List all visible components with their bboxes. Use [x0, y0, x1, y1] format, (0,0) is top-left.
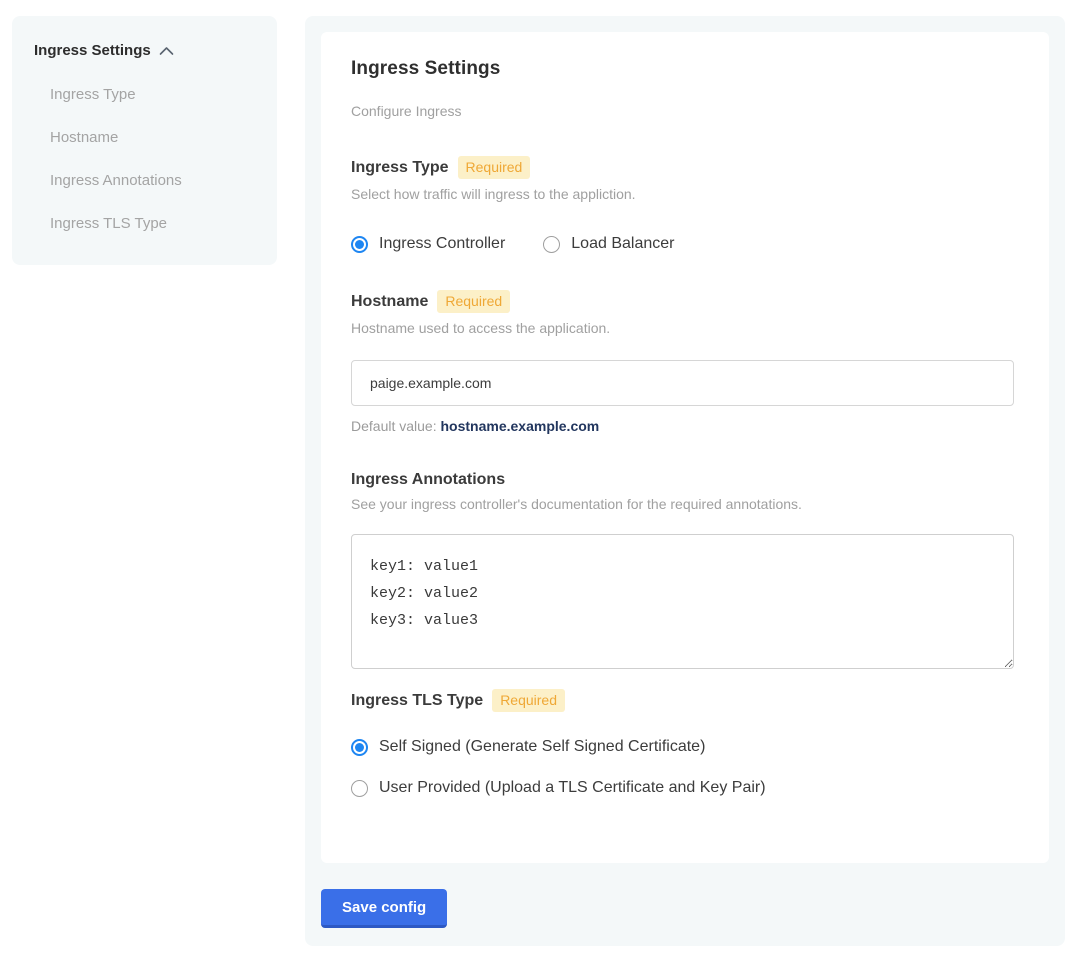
hostname-default-value: Default value: hostname.example.com — [351, 418, 1019, 434]
config-card: Ingress Settings Configure Ingress Ingre… — [321, 32, 1049, 863]
annotations-label: Ingress Annotations — [351, 471, 505, 489]
default-value-prefix: Default value: — [351, 418, 441, 434]
sidebar-group-ingress-settings[interactable]: Ingress Settings — [34, 42, 255, 59]
radio-button-icon[interactable] — [543, 236, 560, 253]
sidebar-item-ingress-annotations[interactable]: Ingress Annotations — [50, 172, 255, 189]
config-item-ingress-type: Ingress Type Required Select how traffic… — [351, 156, 1019, 253]
sidebar-item-ingress-tls-type[interactable]: Ingress TLS Type — [50, 215, 255, 232]
radio-ingress-controller[interactable]: Ingress Controller — [351, 235, 505, 253]
required-badge: Required — [437, 290, 510, 313]
radio-label: User Provided (Upload a TLS Certificate … — [379, 779, 766, 797]
sidebar-item-ingress-type[interactable]: Ingress Type — [50, 86, 255, 103]
config-item-ingress-annotations: Ingress Annotations See your ingress con… — [351, 471, 1019, 669]
page-subtitle: Configure Ingress — [351, 103, 1019, 119]
config-item-hostname: Hostname Required Hostname used to acces… — [351, 290, 1019, 434]
radio-self-signed[interactable]: Self Signed (Generate Self Signed Certif… — [351, 738, 1019, 756]
annotations-help-text: See your ingress controller's documentat… — [351, 496, 1019, 512]
hostname-label: Hostname — [351, 293, 428, 311]
ingress-type-help-text: Select how traffic will ingress to the a… — [351, 186, 1019, 202]
annotations-textarea[interactable]: key1: value1 key2: value2 key3: value3 — [351, 534, 1014, 669]
required-badge: Required — [458, 156, 531, 179]
ingress-type-radio-group: Ingress Controller Load Balancer — [351, 235, 1019, 253]
sidebar-item-list: Ingress Type Hostname Ingress Annotation… — [34, 86, 255, 232]
ingress-type-label: Ingress Type — [351, 159, 449, 177]
config-item-ingress-tls-type: Ingress TLS Type Required Self Signed (G… — [351, 689, 1019, 797]
radio-user-provided[interactable]: User Provided (Upload a TLS Certificate … — [351, 779, 1019, 797]
config-main-panel: Ingress Settings Configure Ingress Ingre… — [305, 16, 1065, 946]
radio-load-balancer[interactable]: Load Balancer — [543, 235, 674, 253]
config-nav-sidebar: Ingress Settings Ingress Type Hostname I… — [12, 16, 277, 265]
radio-button-icon[interactable] — [351, 236, 368, 253]
hostname-help-text: Hostname used to access the application. — [351, 320, 1019, 336]
radio-label: Ingress Controller — [379, 235, 505, 253]
radio-button-icon[interactable] — [351, 780, 368, 797]
required-badge: Required — [492, 689, 565, 712]
radio-label: Self Signed (Generate Self Signed Certif… — [379, 738, 705, 756]
tls-type-label: Ingress TLS Type — [351, 692, 483, 710]
radio-button-icon[interactable] — [351, 739, 368, 756]
sidebar-group-title: Ingress Settings — [34, 42, 151, 59]
chevron-up-icon — [159, 46, 174, 56]
default-value-text: hostname.example.com — [441, 418, 600, 434]
hostname-input[interactable] — [351, 360, 1014, 406]
page-title: Ingress Settings — [351, 58, 1019, 80]
sidebar-item-hostname[interactable]: Hostname — [50, 129, 255, 146]
save-config-button[interactable]: Save config — [321, 889, 447, 928]
radio-label: Load Balancer — [571, 235, 674, 253]
tls-type-radio-group: Self Signed (Generate Self Signed Certif… — [351, 738, 1019, 797]
